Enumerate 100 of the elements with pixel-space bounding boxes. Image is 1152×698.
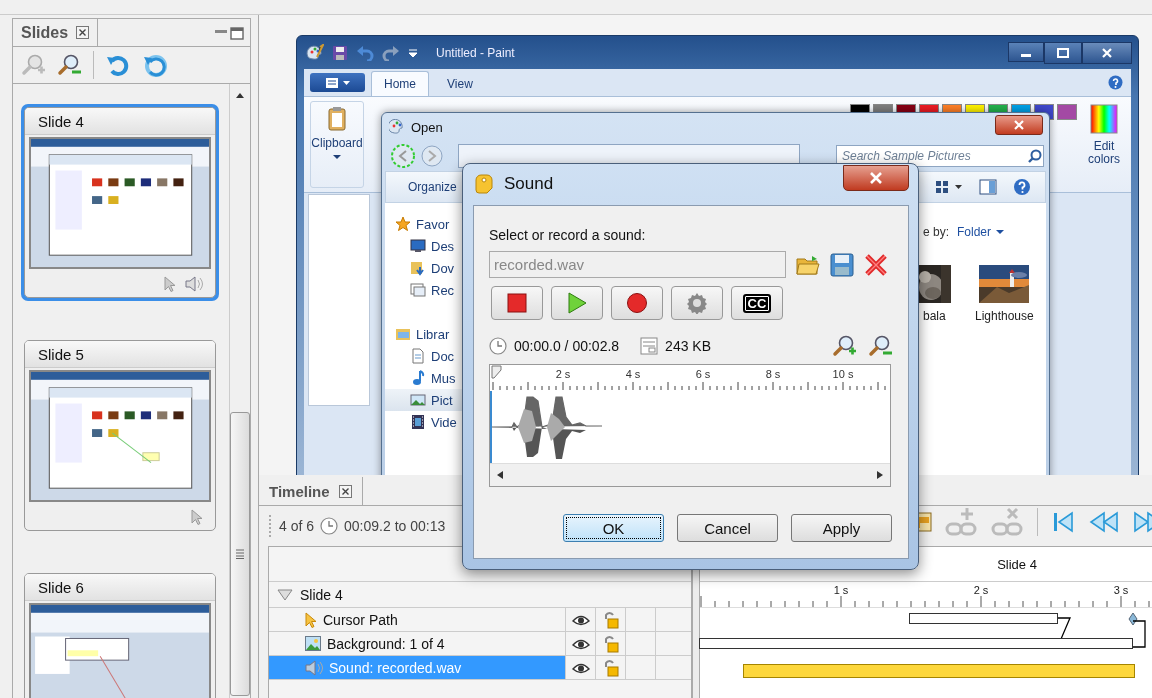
row-label: Slide 4 — [300, 586, 343, 603]
paste-icon[interactable] — [326, 106, 348, 132]
color-swatch[interactable] — [1057, 104, 1077, 120]
folder-icon — [395, 326, 411, 342]
folder-icon[interactable] — [796, 253, 820, 276]
close-button[interactable] — [1082, 41, 1132, 64]
track-name[interactable]: Cursor Path — [269, 608, 566, 631]
collapse-triangle-icon[interactable] — [277, 588, 293, 601]
file-thumbnail[interactable]: bala — [923, 265, 947, 323]
scrollbar-thumb[interactable] — [230, 412, 250, 696]
paint-app-icon — [389, 119, 405, 135]
maximize-icon — [1057, 47, 1069, 58]
minimize-button[interactable] — [1008, 41, 1044, 62]
caret-icon — [333, 154, 341, 160]
preview-pane-icon[interactable] — [979, 179, 997, 195]
stop-button[interactable] — [491, 286, 543, 320]
scroll-left-icon[interactable] — [496, 470, 504, 480]
zoom-in-icon[interactable] — [832, 334, 856, 358]
menu-icon — [324, 76, 351, 89]
save-icon[interactable] — [830, 252, 854, 277]
view-icon[interactable] — [935, 179, 963, 195]
save-icon[interactable] — [332, 44, 348, 61]
timeline-bar[interactable] — [698, 638, 1133, 649]
dialog-title: Open — [411, 119, 443, 135]
delete-icon[interactable] — [864, 252, 888, 277]
gear-icon — [686, 292, 708, 314]
file-size: 243 KB — [665, 338, 712, 354]
window-stack-icon — [410, 282, 426, 298]
minimize-icon — [1021, 53, 1031, 57]
dialog-button[interactable]: Apply — [791, 514, 892, 542]
lock-icon[interactable] — [602, 658, 619, 677]
scroll-right-icon[interactable] — [876, 470, 884, 480]
play-icon — [567, 292, 587, 314]
nav-item[interactable]: Rec — [385, 279, 477, 301]
nav-item[interactable]: Favor — [385, 213, 477, 235]
zoom-out-icon[interactable] — [868, 334, 892, 358]
help-icon[interactable] — [1108, 75, 1123, 90]
menu-button[interactable] — [310, 73, 365, 92]
file-name: bala — [923, 309, 946, 323]
organize-menu[interactable]: Organize — [408, 180, 457, 194]
zoom-in-icon[interactable] — [57, 53, 81, 77]
slide-title: Slide 4 — [38, 112, 84, 132]
tree-row[interactable]: Slide 4 — [269, 582, 691, 608]
audio-clip-bar[interactable] — [743, 664, 1136, 678]
timeline-tab[interactable]: Timeline — [259, 477, 363, 505]
keyframe-icon[interactable] — [1128, 612, 1138, 626]
slide-card[interactable]: Slide 4 — [21, 104, 219, 301]
bracket-drawing — [1130, 619, 1147, 651]
ribbon-tab[interactable]: View — [435, 72, 485, 96]
search-field[interactable]: Search Sample Pictures — [836, 145, 1044, 167]
timeline-bar[interactable] — [908, 613, 1059, 624]
close-button[interactable] — [843, 165, 909, 191]
sort-dropdown[interactable]: Folder — [957, 225, 1005, 239]
group-label: Clipboard — [311, 136, 363, 150]
slides-tab[interactable]: Slides — [13, 19, 99, 46]
nav-item[interactable]: Doc — [385, 345, 477, 367]
slide-card[interactable]: Slide 5 — [21, 337, 219, 534]
nav-item[interactable]: Librar — [385, 323, 477, 345]
close-icon[interactable] — [338, 484, 352, 498]
color-spectrum-icon[interactable] — [1090, 104, 1118, 134]
close-button[interactable] — [995, 115, 1043, 135]
pointer-icon — [191, 509, 203, 525]
folder-icon — [410, 260, 426, 276]
help-icon[interactable] — [1013, 178, 1031, 196]
nav-item[interactable]: Dov — [385, 257, 477, 279]
undo-icon[interactable] — [106, 53, 130, 77]
dialog-button[interactable]: Cancel — [677, 514, 778, 542]
play-button[interactable] — [551, 286, 603, 320]
nav-item[interactable]: Vide — [385, 411, 477, 433]
rewind-icon[interactable] — [1088, 509, 1120, 535]
close-icon — [1013, 120, 1025, 130]
track-name[interactable]: Background: 1 of 4 — [269, 632, 566, 655]
lock-icon[interactable] — [602, 634, 619, 653]
maximize-button[interactable] — [1044, 41, 1082, 64]
redo-icon[interactable] — [382, 44, 400, 61]
captions-button[interactable]: CC — [731, 286, 783, 320]
star-icon — [395, 216, 411, 232]
close-icon[interactable] — [76, 26, 90, 39]
pointer-icon — [164, 276, 176, 292]
slide-counter: 4 of 6 — [279, 518, 315, 534]
ribbon-tab[interactable]: Home — [371, 71, 429, 96]
monitor-icon — [410, 238, 426, 254]
nav-item[interactable]: Des — [385, 235, 477, 257]
dropdown-icon[interactable] — [408, 46, 418, 59]
settings-button[interactable] — [671, 286, 723, 320]
dialog-button[interactable]: OK — [563, 514, 664, 542]
tag-icon — [473, 173, 495, 195]
cursor-icon — [305, 611, 317, 628]
file-thumbnail[interactable]: Lighthouse — [975, 265, 1034, 323]
maximize-icon[interactable] — [230, 25, 244, 40]
nav-item[interactable]: Mus — [385, 367, 477, 389]
lock-icon[interactable] — [602, 610, 619, 629]
record-icon — [626, 292, 648, 314]
redo-icon[interactable] — [142, 52, 168, 78]
record-button[interactable] — [611, 286, 663, 320]
paint-app-icon — [306, 43, 324, 62]
time-ruler: 2 s 4 s 6 s 8 s 10 s — [490, 365, 888, 391]
edit-colors-label[interactable]: Edit colors — [1083, 140, 1125, 166]
grip-icon — [236, 549, 244, 559]
slide-card[interactable]: Slide 6 — [21, 570, 219, 698]
